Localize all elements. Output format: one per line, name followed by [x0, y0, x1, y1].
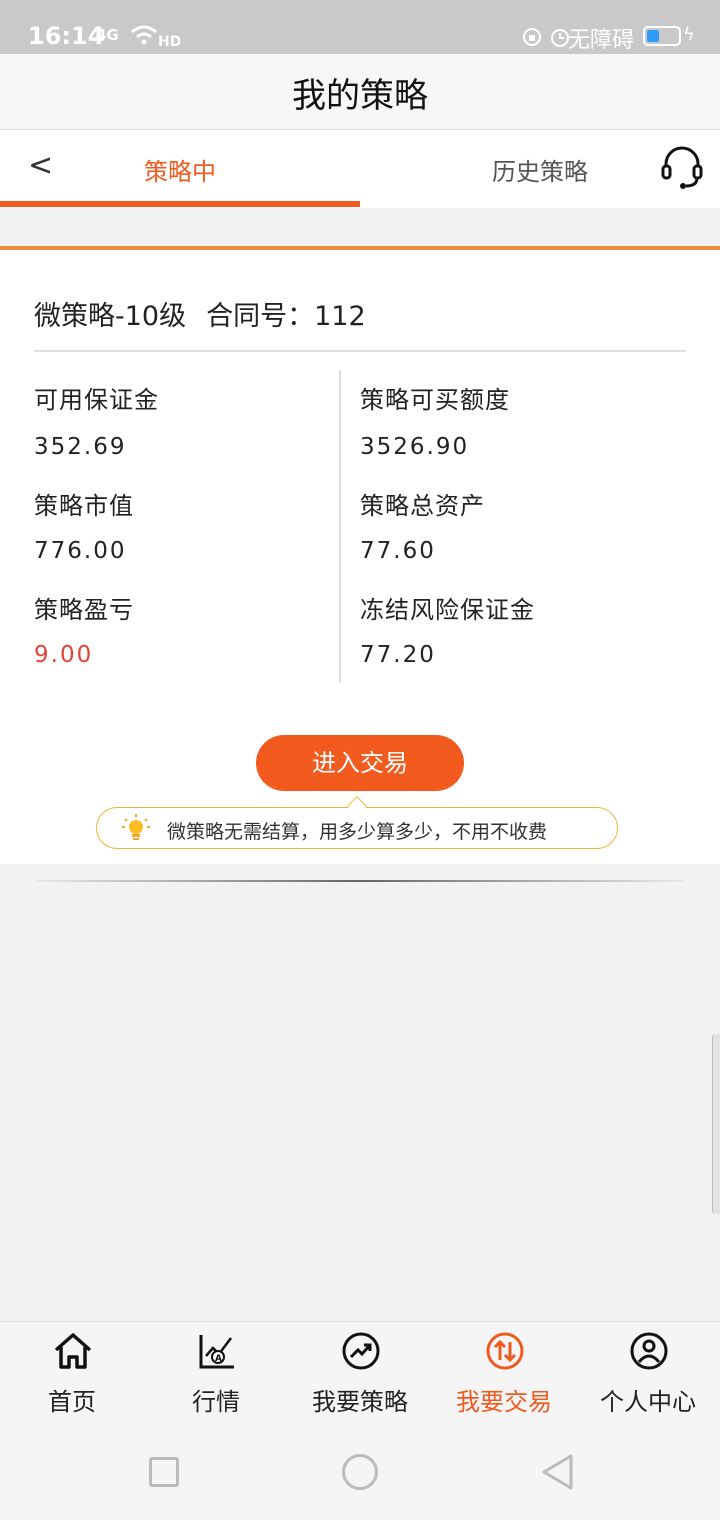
- contract-number: 合同号：112: [206, 301, 366, 332]
- user-icon: [630, 1332, 668, 1370]
- nav-strategy[interactable]: 我要策略: [288, 1322, 432, 1422]
- home-button[interactable]: [342, 1454, 378, 1490]
- spacer: [0, 208, 720, 246]
- market-value-value: 776.00: [34, 538, 127, 564]
- edge-scroll-handle[interactable]: [712, 1034, 720, 1214]
- total-assets-label: 策略总资产: [360, 492, 485, 520]
- nav-market[interactable]: A 行情: [144, 1322, 288, 1422]
- page-title: 我的策略: [292, 76, 428, 116]
- nav-market-label: 行情: [192, 1388, 240, 1416]
- recent-apps-button[interactable]: [149, 1457, 179, 1487]
- frozen-margin-value: 77.20: [360, 642, 436, 668]
- nav-strategy-label: 我要策略: [312, 1388, 408, 1416]
- svg-text:A: A: [215, 1354, 222, 1364]
- frozen-margin-label: 冻结风险保证金: [360, 596, 535, 624]
- swap-arrows-icon: [486, 1332, 524, 1370]
- column-divider: [339, 370, 341, 682]
- back-triangle-icon[interactable]: [540, 1453, 574, 1491]
- nav-trade-label: 我要交易: [456, 1388, 552, 1416]
- market-value-label: 策略市值: [34, 492, 134, 520]
- strategy-name: 微策略-10级: [34, 301, 187, 332]
- info-tip: 微策略无需结算，用多少算多少，不用不收费: [96, 796, 618, 849]
- buy-limit-value: 3526.90: [360, 434, 470, 460]
- trend-up-icon: [342, 1332, 380, 1370]
- tip-text: 微策略无需结算，用多少算多少，不用不收费: [167, 821, 548, 843]
- title-bar: 我的策略: [0, 54, 720, 130]
- system-nav-bar: [0, 1421, 720, 1520]
- market-chart-icon: A: [199, 1335, 234, 1369]
- status-bar: 16:14 4G HD 无障碍 ϟ: [0, 0, 720, 54]
- charging-icon: ϟ: [683, 24, 695, 45]
- tab-bar: < 策略中 历史策略: [0, 130, 720, 208]
- active-tab-indicator: [0, 201, 360, 207]
- nav-home[interactable]: 首页: [0, 1322, 144, 1422]
- customer-service-icon[interactable]: [660, 144, 704, 190]
- battery-icon: [643, 26, 681, 46]
- signal-icon: 4G: [96, 26, 119, 44]
- profit-loss-value: 9.00: [34, 642, 94, 668]
- wifi-icon: HD: [131, 25, 180, 48]
- home-icon: [54, 1333, 92, 1369]
- bottom-nav: 首页 A 行情 我要策略 我要交易 个人中心: [0, 1321, 720, 1421]
- total-assets-value: 77.60: [360, 538, 436, 564]
- nav-profile[interactable]: 个人中心: [576, 1322, 720, 1422]
- section-divider: [36, 880, 684, 882]
- available-margin-value: 352.69: [34, 434, 127, 460]
- tab-in-strategy[interactable]: 策略中: [0, 152, 360, 187]
- lightbulb-icon: [122, 814, 150, 840]
- buy-limit-label: 策略可买额度: [360, 386, 510, 414]
- wifi-hd-label: HD: [158, 34, 180, 48]
- enter-trade-button[interactable]: 进入交易: [256, 735, 464, 791]
- status-time: 16:14: [28, 22, 105, 50]
- available-margin-label: 可用保证金: [34, 386, 159, 414]
- nav-home-label: 首页: [48, 1388, 96, 1416]
- nav-trade[interactable]: 我要交易: [432, 1322, 576, 1422]
- accessibility-label: 无障碍: [568, 28, 635, 53]
- header-divider: [34, 350, 686, 352]
- profit-loss-label: 策略盈亏: [34, 596, 134, 624]
- strategy-card: 微策略-10级 合同号：112 可用保证金 352.69 策略市值 776.00 …: [0, 246, 720, 864]
- strategy-header: 微策略-10级 合同号：112: [34, 294, 366, 333]
- nav-profile-label: 个人中心: [600, 1388, 696, 1416]
